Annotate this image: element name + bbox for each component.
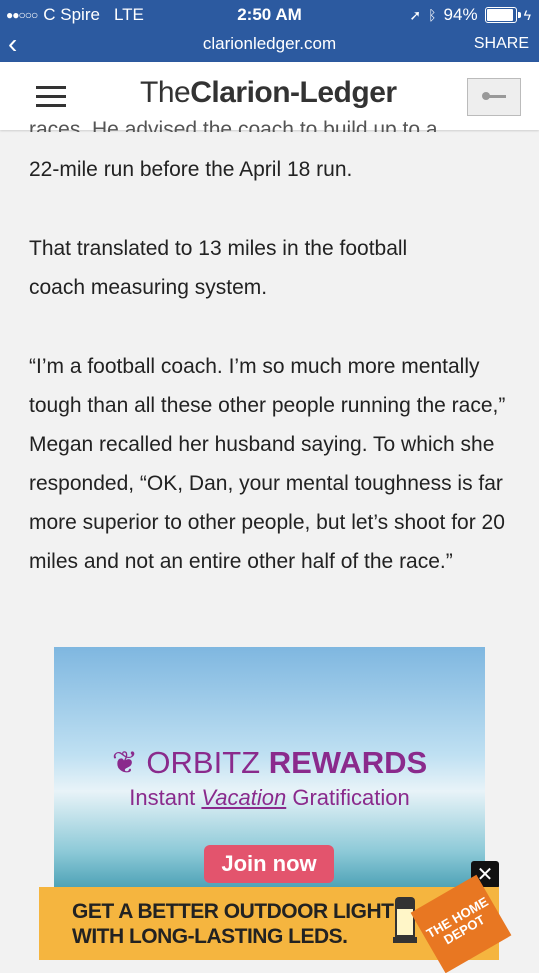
orbitz-ad[interactable]: ❦ ORBITZ REWARDS Instant Vacation Gratif… [54,647,485,887]
article-body: 22-mile run before the April 18 run. Tha… [29,130,519,621]
battery-percent: 94% [443,5,478,24]
status-bar: ●●○○○ C Spire LTE 2:50 AM ➚ ᛒ 94% ϟ [0,0,539,30]
hamburger-menu-icon[interactable] [36,86,66,108]
site-logo[interactable]: TheClarion-Ledger [140,76,397,110]
banner-text: GET A BETTER OUTDOOR LIGHT WITH LONG-LAS… [72,899,394,949]
ad-brand-bold: REWARDS [268,745,428,780]
logo-prefix: The [140,76,191,109]
home-depot-logo: THE HOME DEPOT [410,874,512,973]
paragraph: “I’m a football coach. I’m so much more … [29,355,506,573]
ad-brand-light: ORBITZ [146,745,261,780]
join-now-button[interactable]: Join now [204,845,334,883]
banner-line-1: GET A BETTER OUTDOOR LIGHT [72,900,394,923]
tagline-mid: Vacation [201,785,287,810]
orbitz-swirl-icon: ❦ [111,745,138,780]
paragraph: 22-mile run before the April 18 run. [29,158,353,181]
lantern-icon [391,897,419,947]
orbitz-logo: ❦ ORBITZ REWARDS Instant Vacation Gratif… [54,745,485,811]
battery-icon [484,7,521,23]
browser-chrome: ●●○○○ C Spire LTE 2:50 AM ➚ ᛒ 94% ϟ ‹ cl… [0,0,539,62]
ad-tagline: Instant Vacation Gratification [54,785,485,811]
key-icon [482,92,506,100]
home-depot-banner-ad[interactable]: GET A BETTER OUTDOOR LIGHT WITH LONG-LAS… [39,874,512,973]
url-domain[interactable]: clarionledger.com [0,34,539,54]
tagline-end: Gratification [292,785,410,810]
share-button[interactable]: SHARE [474,35,529,53]
key-button[interactable] [467,78,521,116]
paragraph: That translated to 13 miles in the footb… [29,237,408,299]
bluetooth-icon: ᛒ [428,7,437,23]
charging-icon: ϟ [523,7,531,23]
logo-brand: Clarion-Ledger [190,76,397,109]
tagline-start: Instant [129,785,196,810]
location-arrow-icon: ➚ [409,6,422,23]
banner-line-2: WITH LONG-LASTING LEDS. [72,925,348,948]
url-bar: ‹ clarionledger.com SHARE [0,30,539,62]
